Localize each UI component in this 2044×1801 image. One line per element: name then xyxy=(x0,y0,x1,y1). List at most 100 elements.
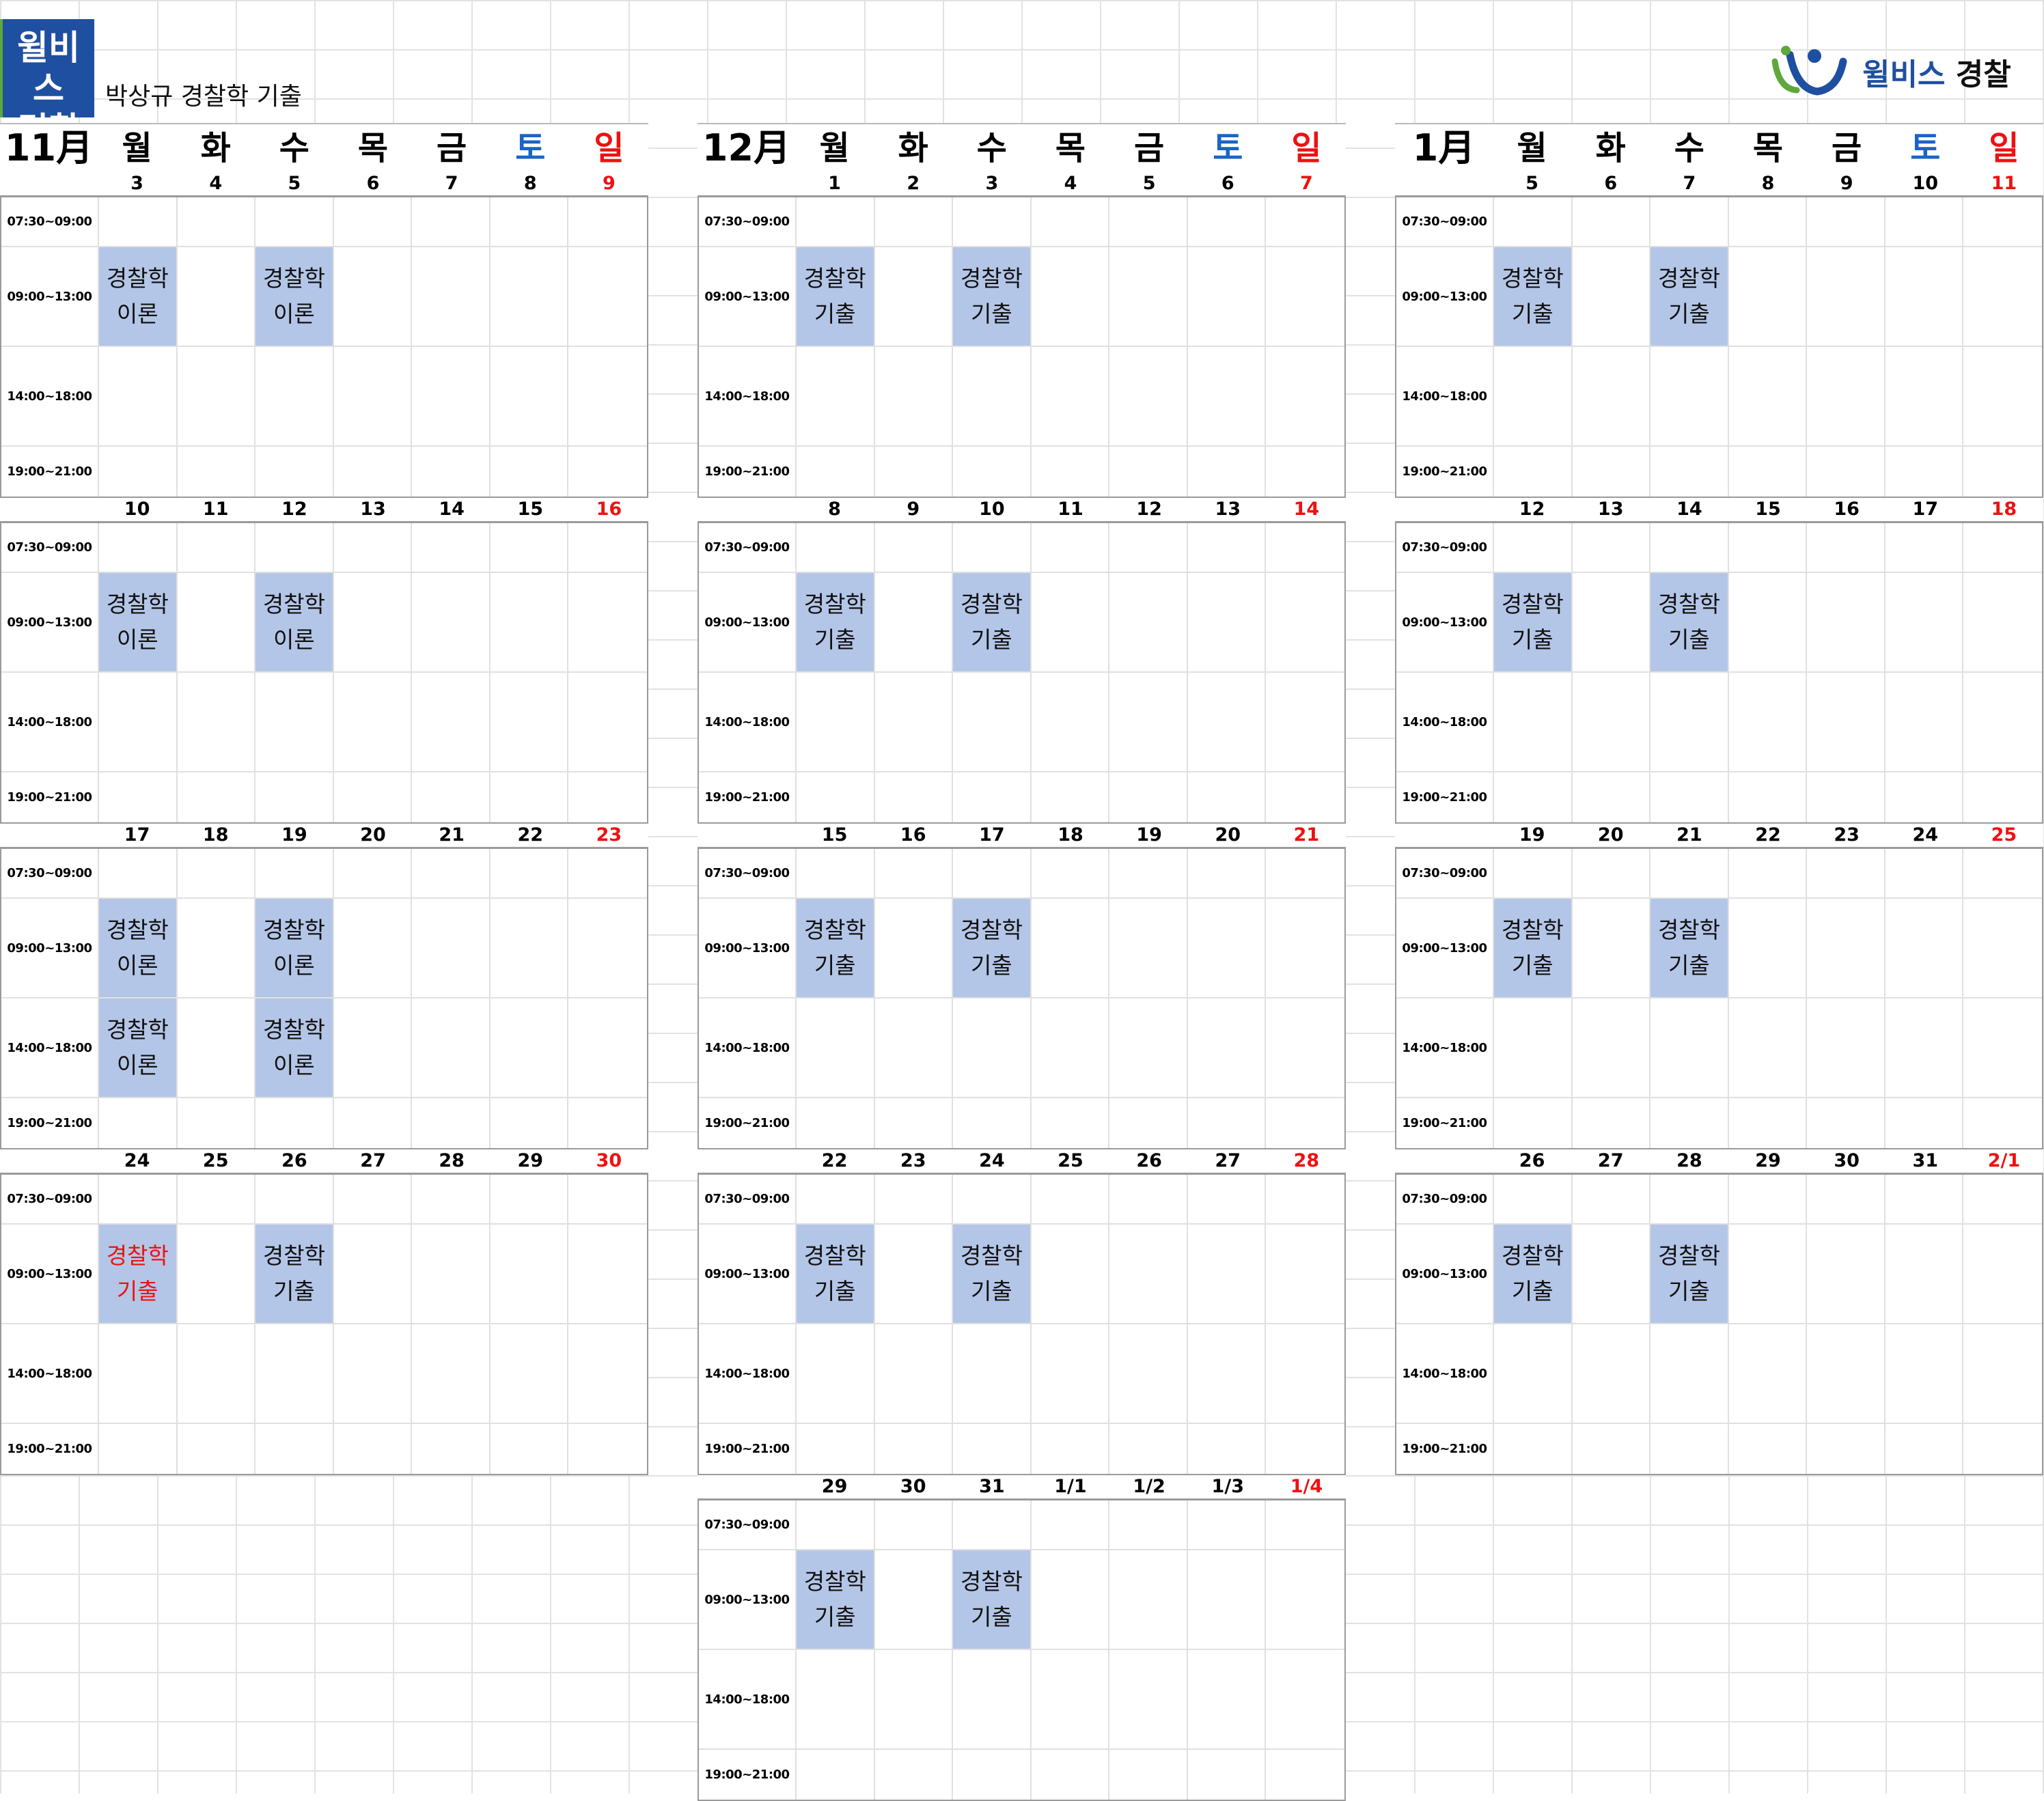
schedule-cell[interactable] xyxy=(490,1225,569,1324)
schedule-cell[interactable] xyxy=(490,197,569,247)
schedule-cell[interactable] xyxy=(1728,849,1808,899)
schedule-cell[interactable] xyxy=(953,1324,1032,1424)
schedule-cell[interactable] xyxy=(99,1324,178,1424)
schedule-cell[interactable] xyxy=(1886,772,1964,822)
schedule-cell[interactable] xyxy=(1573,772,1651,822)
class-session-cell[interactable]: 경찰학 기출 xyxy=(797,573,875,673)
schedule-cell[interactable] xyxy=(177,999,256,1098)
schedule-cell[interactable] xyxy=(1963,573,2042,673)
schedule-cell[interactable] xyxy=(1885,899,1964,999)
schedule-cell[interactable] xyxy=(99,347,178,447)
schedule-cell[interactable] xyxy=(1651,772,1729,822)
schedule-cell[interactable] xyxy=(412,1225,491,1324)
schedule-cell[interactable] xyxy=(953,772,1032,822)
class-session-cell[interactable]: 경찰학 이론 xyxy=(255,899,334,999)
schedule-cell[interactable] xyxy=(875,1098,954,1148)
schedule-cell[interactable] xyxy=(874,673,954,772)
schedule-cell[interactable] xyxy=(490,347,569,447)
schedule-cell[interactable] xyxy=(1187,1225,1267,1324)
schedule-cell[interactable] xyxy=(1572,899,1651,999)
schedule-cell[interactable] xyxy=(1572,999,1651,1098)
schedule-cell[interactable] xyxy=(874,1550,954,1650)
schedule-cell[interactable] xyxy=(874,1175,954,1225)
schedule-cell[interactable] xyxy=(334,1424,413,1474)
schedule-cell[interactable] xyxy=(1728,523,1808,573)
schedule-cell[interactable] xyxy=(1963,849,2042,899)
schedule-cell[interactable] xyxy=(1494,447,1573,497)
schedule-cell[interactable] xyxy=(797,1500,875,1550)
schedule-cell[interactable] xyxy=(953,197,1032,247)
schedule-cell[interactable] xyxy=(1651,1424,1729,1474)
schedule-cell[interactable] xyxy=(1109,197,1188,247)
schedule-cell[interactable] xyxy=(412,447,491,497)
schedule-cell[interactable] xyxy=(1031,247,1110,347)
schedule-cell[interactable] xyxy=(1729,1424,1808,1474)
schedule-cell[interactable] xyxy=(953,1175,1032,1225)
schedule-cell[interactable] xyxy=(1032,1750,1110,1800)
schedule-cell[interactable] xyxy=(1187,849,1267,899)
schedule-cell[interactable] xyxy=(1963,247,2042,347)
schedule-cell[interactable] xyxy=(178,1424,256,1474)
schedule-cell[interactable] xyxy=(99,523,178,573)
schedule-cell[interactable] xyxy=(874,247,954,347)
schedule-cell[interactable] xyxy=(1963,347,2042,447)
schedule-cell[interactable] xyxy=(491,1424,569,1474)
class-session-cell[interactable]: 경찰학 기출 xyxy=(1494,899,1573,999)
schedule-cell[interactable] xyxy=(255,1175,334,1225)
schedule-cell[interactable] xyxy=(255,1324,334,1424)
schedule-cell[interactable] xyxy=(1266,523,1344,573)
schedule-cell[interactable] xyxy=(1572,1225,1651,1324)
schedule-cell[interactable] xyxy=(1728,1225,1808,1324)
class-session-cell[interactable]: 경찰학 이론 xyxy=(255,573,334,673)
schedule-cell[interactable] xyxy=(178,1098,256,1148)
schedule-cell[interactable] xyxy=(874,573,954,673)
schedule-cell[interactable] xyxy=(1266,1500,1344,1550)
schedule-cell[interactable] xyxy=(255,849,334,899)
schedule-cell[interactable] xyxy=(1572,1324,1651,1424)
schedule-cell[interactable] xyxy=(1807,1098,1886,1148)
schedule-cell[interactable] xyxy=(1886,1424,1964,1474)
schedule-cell[interactable] xyxy=(797,999,875,1098)
schedule-cell[interactable] xyxy=(874,523,954,573)
schedule-cell[interactable] xyxy=(1963,1324,2042,1424)
schedule-cell[interactable] xyxy=(333,247,413,347)
schedule-cell[interactable] xyxy=(797,447,875,497)
schedule-cell[interactable] xyxy=(177,849,256,899)
schedule-cell[interactable] xyxy=(177,197,256,247)
schedule-cell[interactable] xyxy=(1572,197,1651,247)
schedule-cell[interactable] xyxy=(1188,1424,1267,1474)
schedule-cell[interactable] xyxy=(568,999,647,1098)
schedule-cell[interactable] xyxy=(1031,849,1110,899)
schedule-cell[interactable] xyxy=(1729,1098,1808,1148)
schedule-cell[interactable] xyxy=(1728,999,1808,1098)
schedule-cell[interactable] xyxy=(1728,197,1808,247)
schedule-cell[interactable] xyxy=(1807,197,1886,247)
schedule-cell[interactable] xyxy=(1807,849,1886,899)
schedule-cell[interactable] xyxy=(1494,1098,1573,1148)
schedule-cell[interactable] xyxy=(1187,197,1267,247)
schedule-cell[interactable] xyxy=(1031,899,1110,999)
schedule-cell[interactable] xyxy=(1807,247,1886,347)
schedule-cell[interactable] xyxy=(797,1098,875,1148)
schedule-cell[interactable] xyxy=(333,849,413,899)
schedule-cell[interactable] xyxy=(99,849,178,899)
schedule-cell[interactable] xyxy=(1266,573,1344,673)
schedule-cell[interactable] xyxy=(1885,347,1964,447)
schedule-cell[interactable] xyxy=(1187,1500,1267,1550)
schedule-cell[interactable] xyxy=(1266,197,1344,247)
schedule-cell[interactable] xyxy=(177,247,256,347)
schedule-cell[interactable] xyxy=(1494,347,1573,447)
schedule-cell[interactable] xyxy=(178,447,256,497)
schedule-cell[interactable] xyxy=(1187,1650,1267,1750)
class-session-cell[interactable]: 경찰학 기출 xyxy=(953,573,1032,673)
schedule-cell[interactable] xyxy=(177,573,256,673)
schedule-cell[interactable] xyxy=(1886,1098,1964,1148)
schedule-cell[interactable] xyxy=(1188,772,1267,822)
schedule-cell[interactable] xyxy=(1651,523,1729,573)
schedule-cell[interactable] xyxy=(953,347,1032,447)
schedule-cell[interactable] xyxy=(99,197,178,247)
schedule-cell[interactable] xyxy=(1187,1324,1267,1424)
schedule-cell[interactable] xyxy=(1572,247,1651,347)
schedule-cell[interactable] xyxy=(255,1424,334,1474)
schedule-cell[interactable] xyxy=(1266,1324,1344,1424)
